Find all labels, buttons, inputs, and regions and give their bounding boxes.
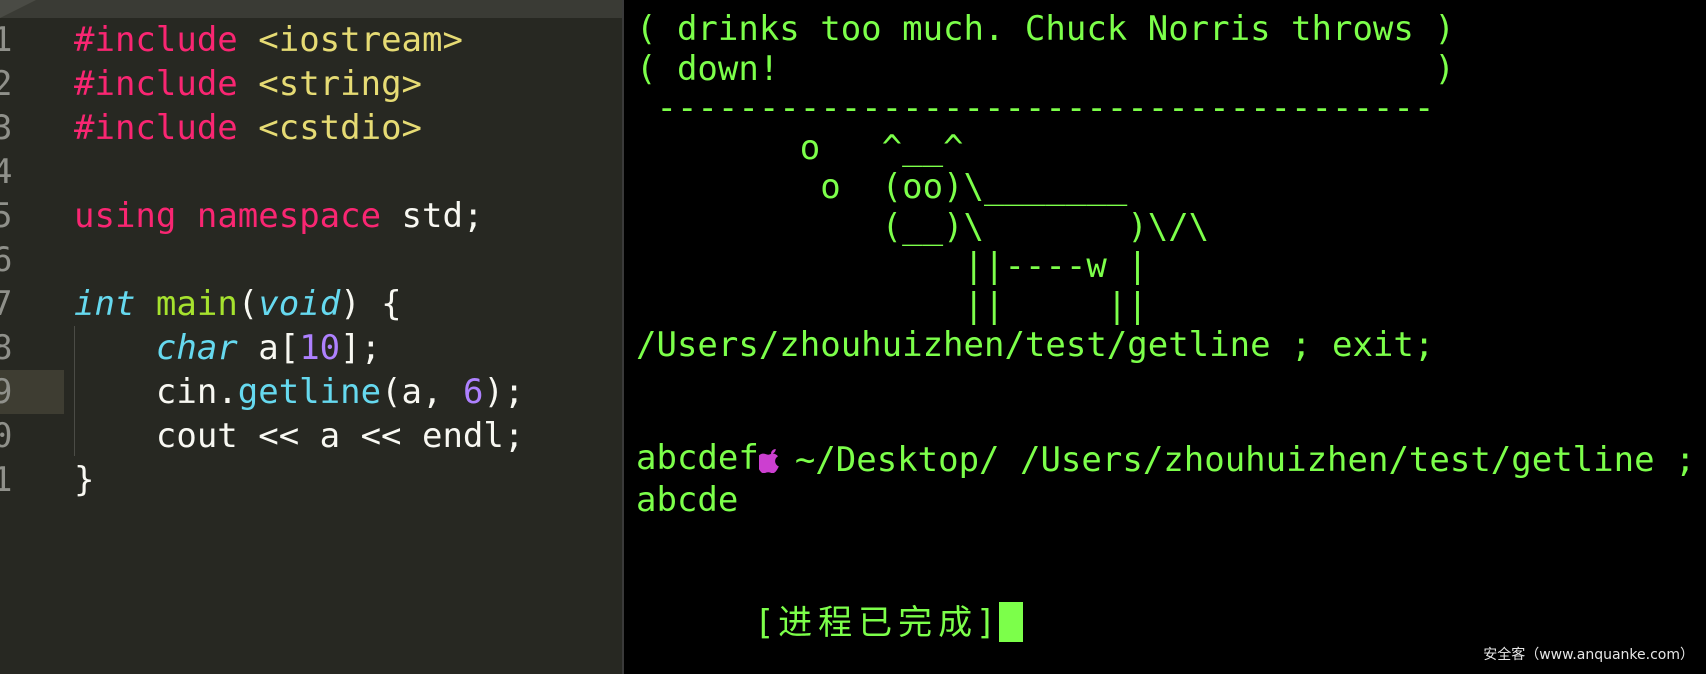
terminal-cursor — [999, 602, 1024, 642]
code-token: int — [74, 284, 136, 324]
prompt-text: ~/Desktop/ /Users/zhouhuizhen/test/getli… — [794, 440, 1696, 480]
terminal-line: /Users/zhouhuizhen/test/getline ; exit; — [636, 325, 1435, 365]
terminal-line: -------------------------------------- — [636, 88, 1435, 128]
line-number: 9 — [0, 372, 13, 412]
output-line-2: abcde — [636, 480, 739, 520]
terminal-line: o ^__^ — [636, 128, 964, 168]
code-token: <iostream> — [258, 20, 463, 60]
process-complete-line: [进程已完成] — [636, 551, 1024, 643]
code-text: cin.getline(a, 6); — [74, 372, 525, 412]
terminal-line: (__)\ )\/\ — [636, 207, 1210, 247]
code-token: char — [155, 328, 238, 368]
code-text: #include <iostream> — [74, 20, 463, 60]
terminal-line: ( drinks too much. Chuck Norris throws ) — [636, 9, 1455, 49]
editor-tab[interactable] — [0, 0, 36, 18]
code-line[interactable]: 0 cout << a << endl; — [0, 414, 622, 458]
code-line[interactable]: 6 — [0, 238, 622, 282]
code-token: ) { — [340, 284, 402, 324]
code-token: ]; — [340, 328, 382, 368]
line-number: 0 — [0, 416, 13, 456]
line-number: 7 — [0, 284, 13, 324]
code-text: char a[10]; — [74, 328, 381, 368]
code-text: #include <cstdio> — [74, 108, 422, 148]
line-number: 2 — [0, 64, 13, 104]
code-token: a[ — [237, 328, 300, 368]
code-text: int main(void) { — [74, 284, 402, 324]
code-token: #include — [74, 108, 238, 148]
code-text: using namespace std; — [74, 196, 483, 236]
terminal-line: ( down! ) — [636, 49, 1455, 89]
code-token: #include — [74, 20, 238, 60]
line-number: 8 — [0, 328, 13, 368]
code-token: cin. — [74, 372, 238, 412]
code-token: main — [155, 284, 238, 324]
code-token: cout << a << endl; — [74, 416, 525, 456]
code-token: getline — [237, 372, 382, 412]
code-token: std; — [381, 196, 484, 236]
code-token: 6 — [462, 372, 484, 412]
code-token: #include — [74, 64, 238, 104]
code-token: namespace — [196, 196, 382, 236]
code-line[interactable]: 1 #include <iostream> — [0, 18, 622, 62]
code-text: } — [74, 460, 94, 500]
code-line[interactable]: 9 cin.getline(a, 6); — [0, 370, 622, 414]
watermark: 安全客（www.anquanke.com） — [1483, 647, 1694, 663]
code-line[interactable]: 4 — [0, 150, 622, 194]
code-line[interactable]: 1} — [0, 458, 622, 502]
apple-icon — [758, 449, 779, 473]
code-token: } — [74, 460, 95, 500]
line-number: 1 — [0, 460, 13, 500]
code-line[interactable]: 7 int main(void) { — [0, 282, 622, 326]
code-token: using — [74, 196, 177, 236]
code-text: cout << a << endl; — [74, 416, 524, 456]
line-number: 6 — [0, 240, 13, 280]
code-token: 10 — [299, 328, 341, 368]
code-token: <cstdio> — [258, 108, 423, 148]
code-line[interactable]: 3 #include <cstdio> — [0, 106, 622, 150]
code-editor-pane[interactable]: 1 #include <iostream> 2 #include <string> 3 #… — [0, 0, 622, 674]
code-token: (a, — [381, 372, 463, 412]
line-number: 4 — [0, 152, 13, 192]
line-number: 5 — [0, 196, 13, 236]
editor-tab-bar — [0, 0, 622, 18]
code-line[interactable]: 5 using namespace std; — [0, 194, 622, 238]
screen: 1 #include <iostream> 2 #include <string> 3 #… — [0, 0, 1706, 674]
code-token: <string> — [258, 64, 423, 104]
line-number: 3 — [0, 108, 13, 148]
output-line-1: abcdef — [636, 438, 759, 478]
terminal-line: o (oo)\_______ — [636, 167, 1128, 207]
code-text: #include <string> — [74, 64, 422, 104]
code-line[interactable]: 2 #include <string> — [0, 62, 622, 106]
shell-prompt-line: ~/Desktop/ /Users/zhouhuizhen/test/getli… — [636, 397, 1706, 480]
code-token: ); — [483, 372, 525, 412]
line-number: 1 — [0, 20, 13, 60]
terminal-pane[interactable]: ( drinks too much. Chuck Norris throws )… — [622, 0, 1706, 674]
process-complete-text: [进程已完成] — [758, 603, 998, 643]
code-line[interactable]: 8 char a[10]; — [0, 326, 622, 370]
code-token: void — [258, 284, 341, 324]
terminal-line: ||----w | — [636, 246, 1148, 286]
terminal-line: || || — [636, 286, 1148, 326]
code-token: ( — [237, 284, 259, 324]
